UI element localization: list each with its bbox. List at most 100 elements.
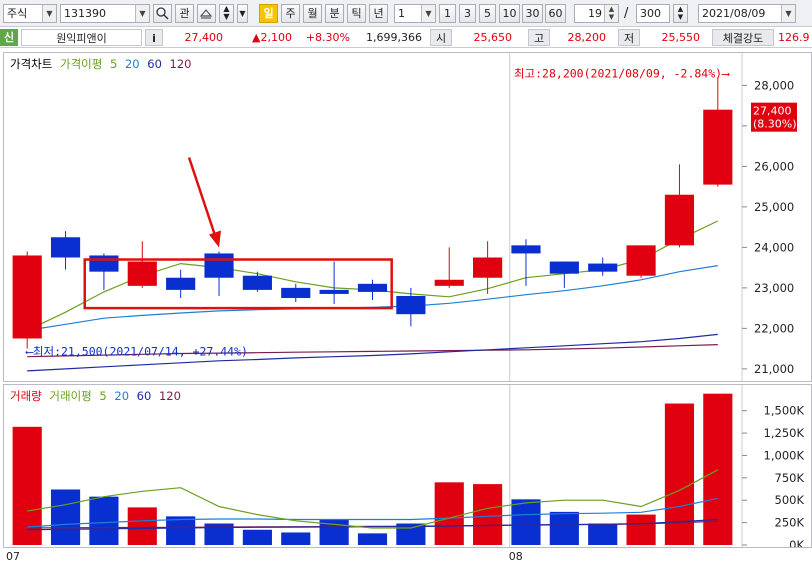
- quick-count-60[interactable]: 60: [545, 4, 566, 23]
- count-separator: /: [624, 6, 629, 21]
- candle-body: [511, 245, 541, 254]
- x-tick-label: 08: [509, 550, 523, 563]
- visible-count-input[interactable]: 19 ▲ ▼: [574, 4, 619, 23]
- quick-count-3[interactable]: 3: [459, 4, 476, 23]
- multiplier-select[interactable]: 1 ▼: [394, 4, 436, 23]
- legend-price-ma-label: 가격이평: [59, 57, 103, 71]
- low-value: 25,550: [661, 31, 701, 44]
- search-button[interactable]: [153, 4, 172, 23]
- candle-body: [127, 261, 157, 286]
- period-minute-button[interactable]: 분: [325, 4, 344, 23]
- candle-body: [588, 263, 618, 272]
- quick-count-10[interactable]: 10: [499, 4, 520, 23]
- arrow-shaft: [187, 157, 219, 242]
- volume-bar: [626, 514, 656, 545]
- chevron-down-icon[interactable]: ▼: [42, 5, 56, 22]
- market-select[interactable]: 주식 ▼: [3, 4, 57, 23]
- search-icon: [156, 7, 169, 20]
- candle-body: [434, 279, 464, 286]
- candle-body: [12, 255, 42, 339]
- volume-bar: [357, 533, 388, 545]
- period-month-button[interactable]: 월: [303, 4, 322, 23]
- high-value: 28,200: [567, 31, 607, 44]
- legend-ma5: 5: [109, 57, 118, 71]
- strength-value: 126.9: [778, 31, 810, 44]
- quick-count-30[interactable]: 30: [522, 4, 543, 23]
- legend-volume-label: 거래량: [10, 389, 42, 403]
- volume-bar: [549, 511, 579, 545]
- candle-body: [473, 257, 503, 278]
- volume-value: 1,699,366: [366, 31, 422, 44]
- price-tick-label: 28,000: [754, 78, 794, 92]
- info-button[interactable]: i: [145, 29, 163, 46]
- price-tick-label: 24,000: [754, 240, 794, 254]
- price-chart-svg: 21,00022,00023,00024,00025,00026,00027,0…: [12, 53, 797, 381]
- spinner-icon[interactable]: ▲ ▼: [604, 5, 618, 22]
- current-price: 27,400: [184, 31, 224, 44]
- candle-body: [242, 275, 272, 290]
- last-rate-label: (8.30%): [753, 118, 797, 131]
- candle-body: [703, 109, 733, 185]
- volume-bar: [127, 507, 157, 545]
- price-tick-label: 21,000: [754, 362, 794, 376]
- quick-count-5[interactable]: 5: [479, 4, 496, 23]
- volume-chart-panel[interactable]: 거래량 거래이평 5 20 60 120 0K 250K 500K 750K 1,000…: [3, 384, 812, 548]
- candle-body: [166, 277, 196, 290]
- candle-body: [319, 289, 349, 294]
- volume-bar: [434, 482, 464, 545]
- high-annotation: 최고:28,200(2021/08/09, -2.84%)⟶: [514, 66, 730, 80]
- period-week-button[interactable]: 주: [281, 4, 300, 23]
- chevron-down-icon[interactable]: ▼: [135, 5, 149, 22]
- quick-count-1[interactable]: 1: [439, 4, 456, 23]
- volume-tick-label: 0K: [789, 538, 804, 547]
- candle-body: [281, 287, 311, 298]
- volume-bar: [511, 499, 541, 545]
- legend-vol-ma5: 5: [99, 389, 107, 403]
- watchlist-button[interactable]: 관: [175, 4, 194, 23]
- volume-chart-svg: 0K 250K 500K 750K 1,000K 1,250K 1,500K: [12, 385, 805, 547]
- settings-button[interactable]: [197, 4, 216, 23]
- more-button[interactable]: ▼: [237, 4, 248, 23]
- legend-volume-ma-label: 거래이평: [49, 389, 92, 403]
- strength-label: 체결강도: [712, 29, 774, 46]
- volume-tick-label: 500K: [775, 493, 805, 507]
- volume-bar: [50, 489, 81, 545]
- chart-toolbar: 주식 ▼ 131390 ▼ 관 ▲ ▼ ▼ 일 주 월 분 틱 년 1 ▼ 1 3…: [0, 0, 812, 27]
- candle-body: [396, 295, 426, 315]
- period-day-button[interactable]: 일: [259, 4, 278, 23]
- quote-bar: 신 원익피앤이 i 27,400 ▲2,100 +8.30% 1,699,366…: [0, 27, 812, 48]
- volume-tick-label: 1,000K: [764, 448, 805, 462]
- volume-bar: [242, 529, 272, 545]
- x-axis: 07 08: [0, 548, 812, 564]
- chevron-down-icon[interactable]: ▼: [421, 5, 435, 22]
- volume-bar: [703, 393, 733, 545]
- volume-bar: [89, 496, 119, 545]
- open-label: 시: [430, 29, 452, 46]
- x-tick-label: 07: [6, 550, 20, 563]
- price-tick-label: 22,000: [754, 321, 794, 335]
- stock-code-input[interactable]: 131390 ▼: [60, 4, 150, 23]
- price-chart-panel[interactable]: 가격차트 가격이평 5 20 60 120 21,000 22,000 23,000…: [3, 52, 812, 382]
- legend-ma20: 20: [124, 57, 140, 71]
- stock-code-value: 131390: [64, 7, 106, 20]
- volume-tick-label: 1,500K: [764, 404, 805, 418]
- spin-button[interactable]: ▲ ▼: [219, 4, 234, 23]
- multiplier-value: 1: [398, 7, 405, 20]
- low-label: 저: [618, 29, 640, 46]
- last-price-label: 27,400: [753, 105, 792, 118]
- candle-body: [549, 261, 579, 274]
- volume-bar: [281, 532, 311, 545]
- date-picker[interactable]: 2021/08/09 ▼: [698, 4, 796, 23]
- price-tick-label: 23,000: [754, 281, 794, 295]
- stock-name[interactable]: 원익피앤이: [21, 29, 142, 46]
- total-count-spinner[interactable]: ▲ ▼: [673, 4, 688, 23]
- high-label: 고: [528, 29, 550, 46]
- period-tick-button[interactable]: 틱: [347, 4, 366, 23]
- chevron-down-icon[interactable]: ▼: [781, 5, 795, 22]
- total-count-input[interactable]: 300: [636, 4, 670, 23]
- volume-tick-label: 250K: [775, 516, 805, 530]
- candle-body: [204, 253, 234, 278]
- price-change: ▲2,100: [252, 31, 292, 44]
- period-year-button[interactable]: 년: [369, 4, 388, 23]
- volume-legend: 거래량 거래이평 5 20 60 120: [10, 388, 185, 404]
